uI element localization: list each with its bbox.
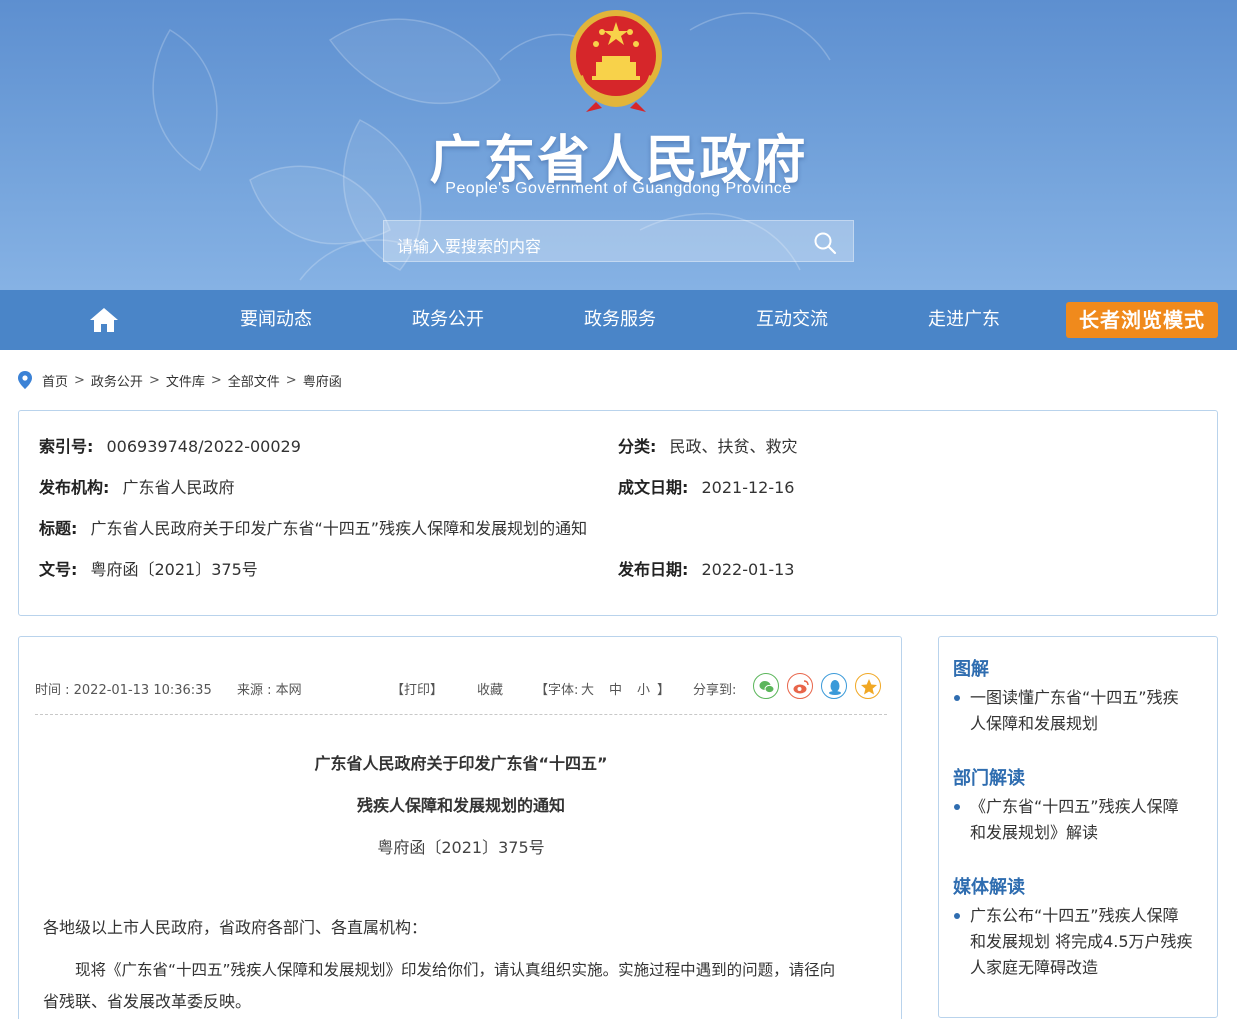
- nav-item-gov-affairs[interactable]: 政务公开: [368, 290, 528, 350]
- article-title-line2: 残疾人保障和发展规划的通知: [356, 796, 565, 815]
- article-salutation: 各地级以上市人民政府，省政府各部门、各直属机构：: [43, 918, 428, 937]
- article-time: 时间 : 2022-01-13 10:36:35: [35, 683, 212, 698]
- search-input[interactable]: 请输入要搜索的内容: [383, 220, 854, 262]
- sidebar-link-department[interactable]: 《广东省“十四五”残疾人保障 和发展规划》解读: [953, 794, 1209, 846]
- font-medium-button[interactable]: 中: [609, 679, 622, 698]
- meta-date-written-value: 2021-12-16: [701, 478, 795, 497]
- meta-docno: 文号: 粤府函〔2021〕375号: [39, 556, 258, 580]
- font-size-close: 】: [657, 683, 671, 698]
- document-meta-panel: 索引号: 006939748/2022-00029 分类: 民政、扶贫、救灾 发…: [18, 410, 1218, 616]
- article-panel: 时间 : 2022-01-13 10:36:35 来源 : 本网 【打印】 收藏…: [18, 636, 902, 1019]
- meta-index-value: 006939748/2022-00029: [106, 437, 301, 456]
- meta-publish-date: 发布日期: 2022-01-13: [618, 556, 794, 580]
- meta-publisher-value: 广东省人民政府: [122, 478, 235, 497]
- elder-mode-button[interactable]: 长者浏览模式: [1066, 302, 1218, 338]
- breadcrumb-all-files[interactable]: 全部文件: [228, 371, 280, 390]
- sidebar-heading-department: 部门解读: [953, 768, 1025, 789]
- breadcrumb-home[interactable]: 首页: [42, 371, 68, 390]
- meta-publisher-label: 发布机构:: [39, 478, 110, 497]
- breadcrumb: 首页 > 政务公开 > 文件库 > 全部文件 > 粤府函: [18, 369, 342, 391]
- breadcrumb-current[interactable]: 粤府函: [303, 371, 342, 390]
- sidebar-heading-media: 媒体解读: [953, 877, 1025, 898]
- meta-date-written-label: 成文日期:: [618, 478, 689, 497]
- article-info-bar: 时间 : 2022-01-13 10:36:35 来源 : 本网 【打印】 收藏…: [35, 673, 887, 715]
- site-header: 广东省人民政府 People's Government of Guangdong…: [0, 0, 1237, 290]
- main-nav: 要闻动态 政务公开 政务服务 互动交流 走进广东: [0, 290, 1237, 350]
- sidebar-link-line: 广东公布“十四五”残疾人保障: [970, 906, 1179, 925]
- home-icon[interactable]: [89, 307, 119, 333]
- font-large-button[interactable]: 大: [581, 679, 594, 698]
- meta-docno-label: 文号:: [39, 560, 78, 579]
- sidebar-link-infographic[interactable]: 一图读懂广东省“十四五”残疾 人保障和发展规划: [953, 685, 1209, 737]
- bullet-dot: [954, 695, 960, 701]
- favorite-button[interactable]: 收藏: [477, 679, 503, 698]
- article-title-line1: 广东省人民政府关于印发广东省“十四五”: [314, 754, 608, 773]
- meta-publisher: 发布机构: 广东省人民政府: [39, 474, 235, 498]
- meta-publish-date-value: 2022-01-13: [701, 560, 795, 579]
- breadcrumb-separator: >: [210, 372, 222, 388]
- sidebar-link-media[interactable]: 广东公布“十四五”残疾人保障 和发展规划 将完成4.5万户残疾 人家庭无障碍改造: [953, 903, 1209, 981]
- article-source: 来源 : 本网: [237, 683, 302, 698]
- meta-index-label: 索引号:: [39, 437, 94, 456]
- weibo-icon[interactable]: [787, 673, 813, 699]
- meta-category-label: 分类:: [618, 437, 657, 456]
- breadcrumb-gov-affairs[interactable]: 政务公开: [91, 371, 143, 390]
- font-small-button[interactable]: 小: [637, 679, 650, 698]
- sidebar-link-line: 人保障和发展规划: [970, 714, 1099, 733]
- breadcrumb-separator: >: [285, 372, 297, 388]
- sidebar-link-line: 和发展规划 将完成4.5万户残疾: [970, 932, 1193, 951]
- bullet-dot: [954, 804, 960, 810]
- breadcrumb-file-library[interactable]: 文件库: [166, 371, 205, 390]
- related-sidebar: 图解 一图读懂广东省“十四五”残疾 人保障和发展规划 部门解读 《广东省“十四五…: [938, 636, 1218, 1018]
- meta-title-label: 标题:: [39, 519, 78, 538]
- share-label: 分享到:: [693, 683, 737, 698]
- article-body-line2: 省残联、省发展改革委反映。: [43, 992, 252, 1011]
- qq-icon[interactable]: [821, 673, 847, 699]
- meta-publish-date-label: 发布日期:: [618, 560, 689, 579]
- sidebar-link-line: 《广东省“十四五”残疾人保障: [970, 797, 1179, 816]
- wechat-icon[interactable]: [753, 673, 779, 699]
- font-size-label: 【字体:: [535, 683, 579, 698]
- sidebar-link-line: 一图读懂广东省“十四五”残疾: [970, 688, 1179, 707]
- nav-item-interaction[interactable]: 互动交流: [712, 290, 872, 350]
- article-body-line1: 现将《广东省“十四五”残疾人保障和发展规划》印发给你们，请认真组织实施。实施过程…: [75, 961, 836, 979]
- sidebar-heading-infographic: 图解: [953, 659, 989, 680]
- meta-docno-value: 粤府函〔2021〕375号: [90, 560, 258, 579]
- article-doc-number: 粤府函〔2021〕375号: [377, 838, 545, 857]
- nav-item-news[interactable]: 要闻动态: [196, 290, 356, 350]
- nav-item-about-guangdong[interactable]: 走进广东: [884, 290, 1044, 350]
- search-icon[interactable]: [813, 231, 837, 255]
- qzone-icon[interactable]: [855, 673, 881, 699]
- search-placeholder: 请输入要搜索的内容: [397, 237, 542, 256]
- sidebar-link-line: 和发展规划》解读: [970, 823, 1099, 842]
- meta-category-value: 民政、扶贫、救灾: [669, 437, 798, 456]
- location-pin-icon: [18, 371, 32, 389]
- print-button[interactable]: 【打印】: [391, 679, 443, 698]
- meta-index: 索引号: 006939748/2022-00029: [39, 433, 301, 457]
- meta-date-written: 成文日期: 2021-12-16: [618, 474, 794, 498]
- meta-category: 分类: 民政、扶贫、救灾: [618, 433, 798, 457]
- meta-title: 标题: 广东省人民政府关于印发广东省“十四五”残疾人保障和发展规划的通知: [39, 515, 587, 539]
- breadcrumb-separator: >: [148, 372, 160, 388]
- nav-item-services[interactable]: 政务服务: [540, 290, 700, 350]
- national-emblem-icon: [570, 10, 662, 112]
- sidebar-link-line: 人家庭无障碍改造: [970, 958, 1099, 977]
- breadcrumb-separator: >: [74, 372, 85, 388]
- bullet-dot: [954, 913, 960, 919]
- site-subtitle: People's Government of Guangdong Provinc…: [445, 180, 792, 197]
- meta-title-value: 广东省人民政府关于印发广东省“十四五”残疾人保障和发展规划的通知: [90, 519, 588, 538]
